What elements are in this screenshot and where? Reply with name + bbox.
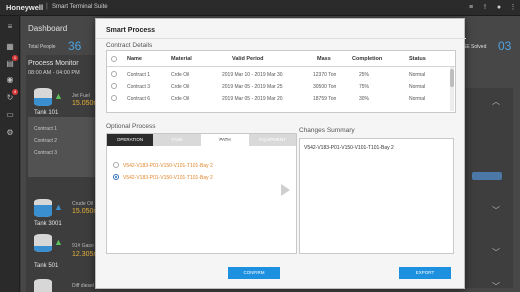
cell-material: Crde Oil [171,72,190,78]
row-radio[interactable] [111,83,117,89]
tank-material: Crude Oil [72,201,94,207]
cell-name: Contract 6 [127,96,151,102]
column-header-material: Material [171,56,192,62]
tank-icon [32,275,54,292]
process-option-radio[interactable] [113,162,119,168]
cell-status: Normal [409,72,426,78]
tank-icon: ▲ [32,84,63,108]
brand-logo: Honeywell [6,3,44,12]
contract-list: Contract 1 Contract 2 Contract 3 [28,117,96,177]
hamburger-icon[interactable]: ≡ [5,22,15,32]
cell-status: Normal [409,84,426,90]
tab-tank[interactable]: TANK [153,134,201,146]
cell-material: Crde Oil [171,84,190,90]
solved-value: 03 [498,39,512,53]
grid-icon[interactable]: ▦ [5,42,15,52]
tank-icon: ▲ [32,230,63,254]
dialog-title: Smart Process [106,27,156,34]
side-nav: ≡ ▦ ▤ 1 ◉ ↻ 4 ▭ ⚙ [0,16,20,292]
tab-equipment[interactable]: EQUIPMENT [249,134,296,146]
row-radio[interactable] [111,95,117,101]
list-item[interactable]: Contract 2 [34,138,57,144]
chevron-down-icon[interactable]: ﹀ [492,247,500,258]
column-header-valid-period: Valid Period [232,56,264,62]
total-people-label: Total People [28,44,56,50]
cell-mass: 30500 Ton [313,84,337,90]
row-radio[interactable] [111,71,117,77]
menu-icon[interactable]: ≡ [467,4,475,12]
process-option-radio-selected[interactable] [113,174,119,180]
select-all-radio[interactable] [111,56,117,62]
table-scrollbar-thumb[interactable] [450,69,454,87]
notification-badge: 4 [12,89,18,95]
settings-icon[interactable]: ⚙ [5,128,15,138]
optional-process-title: Optional Process [106,123,156,130]
export-button[interactable]: EXPORT [399,267,451,279]
background-action-button[interactable] [472,172,502,180]
cell-mass: 12370 Ton [313,72,337,78]
changes-summary-title: Changes Summary [299,127,355,134]
cell-name: Contract 1 [127,72,151,78]
tank-material: Diff diesel [72,283,94,289]
process-monitor-title: Process Monitor [28,60,79,67]
cell-material: Crde Oil [171,96,190,102]
cell-mass: 18759 Ton [313,96,337,102]
cell-completion: 25% [359,72,370,78]
list-item[interactable]: Contract 3 [34,150,57,156]
chevron-down-icon[interactable]: ﹀ [492,281,500,292]
process-option[interactable]: V542-V183-P01-V150-V101-T101-Bay 2 [123,175,213,181]
column-header-status: Status [409,56,426,62]
notification-badge: 1 [12,55,18,61]
cell-valid-period: 2019 Mar 05 - 2019 Mar 20 [222,96,283,102]
cell-valid-period: 2019 Mar 10 - 2019 Mar 30 [222,72,283,78]
chevron-up-icon[interactable]: ︿ [492,96,500,107]
cell-valid-period: 2019 Mar 05 - 2019 Mar 25 [222,84,283,90]
total-people-value: 36 [68,39,82,53]
chevron-down-icon[interactable]: ﹀ [492,205,500,216]
dialog-divider [96,38,466,39]
top-bar: Honeywell | Smart Terminal Suite ≡ ! ● ⋮ [0,0,520,16]
contract-table: Name Material Valid Period Mass Completi… [106,50,456,113]
changes-summary-text: V542-V183-P01-V150-V101-T101-Bay 2 [304,145,394,151]
user-icon[interactable]: ● [495,4,503,12]
cell-completion: 75% [359,84,370,90]
smart-process-dialog: Smart Process Contract Details Name Mate… [95,18,466,289]
tab-operation[interactable]: OPERATION [107,134,153,146]
cell-name: Contract 3 [127,84,151,90]
tank-name[interactable]: Tank 501 [34,263,58,269]
process-monitor-time: 08:00 AM - 04:00 PM [28,70,80,76]
confirm-button[interactable]: CONFIRM [228,267,280,279]
arrow-right-icon [281,184,290,196]
column-header-completion: Completion [352,56,383,62]
document-icon[interactable]: ▭ [5,110,15,120]
process-option[interactable]: V542-V183-P01-V150-V101-T101-Bay 2 [123,163,213,169]
more-icon[interactable]: ⋮ [509,4,517,12]
changes-summary-panel: V542-V183-P01-V150-V101-T101-Bay 2 [299,138,454,254]
tank-icon[interactable]: ◉ [5,75,15,85]
cell-status: Normal [409,96,426,102]
brand-separator: | [46,3,48,10]
tank-icon: ▲ [32,195,63,219]
column-header-name: Name [127,56,142,62]
tank-name[interactable]: Tank 101 [34,110,58,116]
tank-name[interactable]: Tank 3001 [34,221,62,227]
tab-path[interactable]: PATH [201,134,249,146]
list-item[interactable]: Contract 1 [34,126,57,132]
tank-material: 91# Gaso [72,243,94,249]
contract-details-title: Contract Details [106,42,153,49]
column-header-mass: Mass [317,56,331,62]
alert-icon[interactable]: ! [481,4,489,12]
app-title: Smart Terminal Suite [52,3,108,10]
tank-material: Jet Fuel [72,93,90,99]
cell-completion: 30% [359,96,370,102]
dashboard-title: Dashboard [28,24,68,33]
solved-label: SE Solved [463,44,487,50]
optional-process-panel: OPERATION TANK PATH EQUIPMENT V542-V183-… [106,133,297,254]
